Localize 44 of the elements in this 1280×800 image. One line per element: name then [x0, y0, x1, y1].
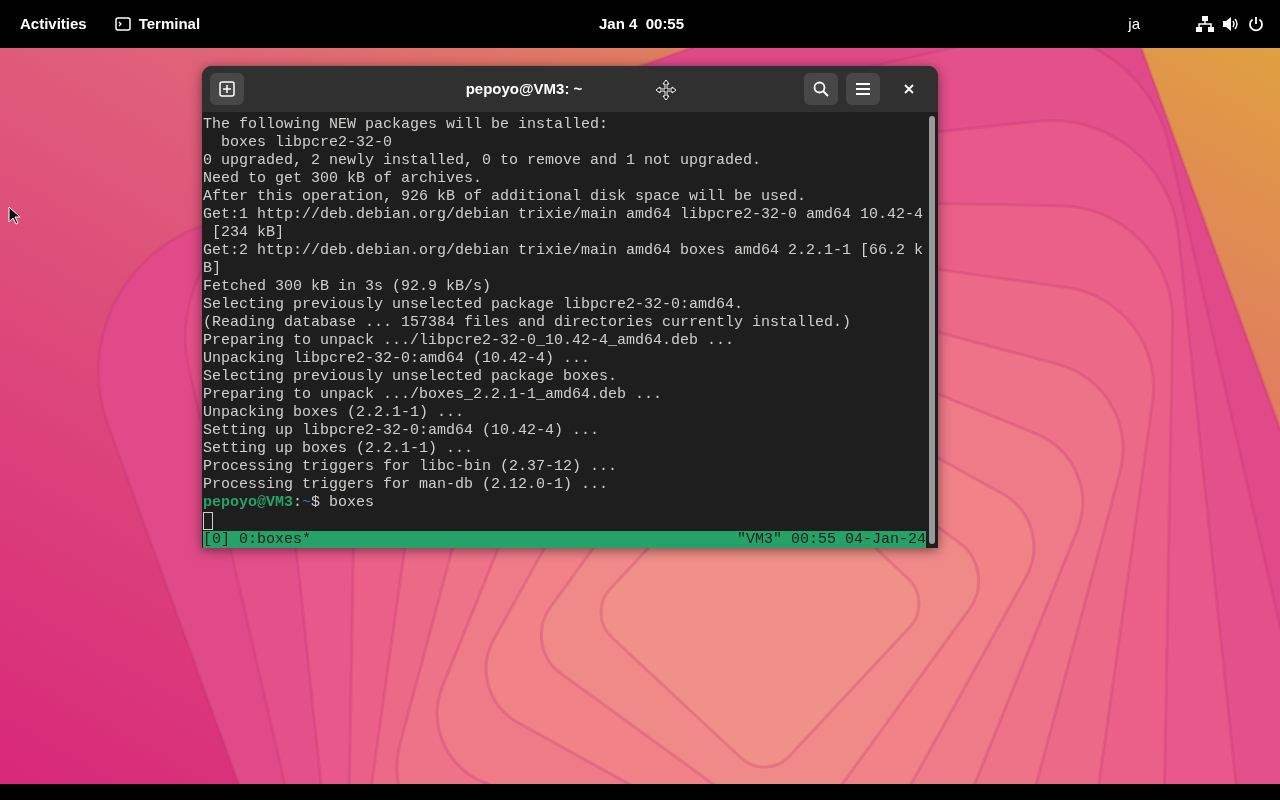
move-cursor-icon: [655, 79, 677, 101]
prompt-line: pepoyo@VM3:~$ boxes: [203, 494, 376, 512]
output-line: Selecting previously unselected package boxes.: [203, 368, 619, 386]
close-icon: [904, 84, 914, 94]
mouse-pointer-icon: [8, 206, 22, 226]
search-button[interactable]: [804, 73, 838, 105]
output-line: Get:1 http://deb.debian.org/debian trixie/main amd64 libpcre2-32-0 amd64 10.42-4: [203, 206, 925, 224]
input-method-indicator[interactable]: ja: [1128, 12, 1140, 36]
output-line: [234 kB]: [211, 224, 285, 242]
scrollbar-thumb[interactable]: [929, 116, 935, 544]
output-line: Get:2 http://deb.debian.org/debian trixie/main amd64 boxes amd64 2.2.1-1 [66.2 k: [203, 242, 925, 260]
window-list: [0] 0:boxes*: [203, 531, 312, 548]
output-line: (Reading database ... 157384 files and directories currently installed.): [203, 314, 853, 332]
output-line: Processing triggers for libc-bin (2.37-12) ...: [203, 458, 619, 476]
output-line: Setting up libpcre2-32-0:amd64 (10.42-4) ...: [203, 422, 601, 440]
status-info: "VM3" 00:55 04-Jan-24: [736, 531, 926, 548]
clock[interactable]: Jan 4 00:55: [599, 12, 685, 36]
output-line: The following NEW packages will be installed:: [203, 116, 610, 134]
output-line: Unpacking boxes (2.2.1-1) ...: [203, 404, 466, 422]
output-line: Selecting previously unselected package libpcre2-32-0:amd64.: [203, 296, 745, 314]
output-line: 0 upgraded, 2 newly installed, 0 to remove and 1 not upgraded.: [203, 152, 763, 170]
new-tab-button[interactable]: [210, 73, 244, 105]
output-line: Setting up boxes (2.2.1-1) ...: [203, 440, 475, 458]
output-line: Need to get 300 kB of archives.: [203, 170, 484, 188]
output-line: B]: [203, 260, 222, 278]
terminal-icon: [114, 17, 131, 31]
text-cursor: [203, 512, 213, 530]
network-icon[interactable]: [1196, 16, 1214, 32]
plus-icon: [219, 81, 235, 97]
power-icon[interactable]: [1248, 16, 1264, 32]
output-line: Processing triggers for man-db (2.12.0-1) ...: [203, 476, 610, 494]
output-line: Fetched 300 kB in 3s (92.9 kB/s): [203, 278, 493, 296]
menu-button[interactable]: [846, 73, 880, 105]
output-line: Preparing to unpack .../libpcre2-32-0_10.42-4_amd64.deb ...: [203, 332, 736, 350]
window-title: pepoyo@VM3: ~: [465, 78, 583, 99]
output-line: After this operation, 926 kB of additional disk space will be used.: [203, 188, 808, 206]
output-line: boxes libpcre2-32-0: [220, 134, 394, 152]
output-line: Preparing to unpack .../boxes_2.2.1-1_amd64.deb ...: [203, 386, 664, 404]
search-icon: [813, 81, 829, 97]
activities-button[interactable]: Activities: [16, 12, 87, 36]
app-menu[interactable]: Terminal: [138, 12, 201, 36]
output-line: Unpacking libpcre2-32-0:amd64 (10.42-4) ...: [203, 350, 592, 368]
menu-icon: [855, 82, 871, 96]
volume-icon[interactable]: [1222, 16, 1240, 32]
